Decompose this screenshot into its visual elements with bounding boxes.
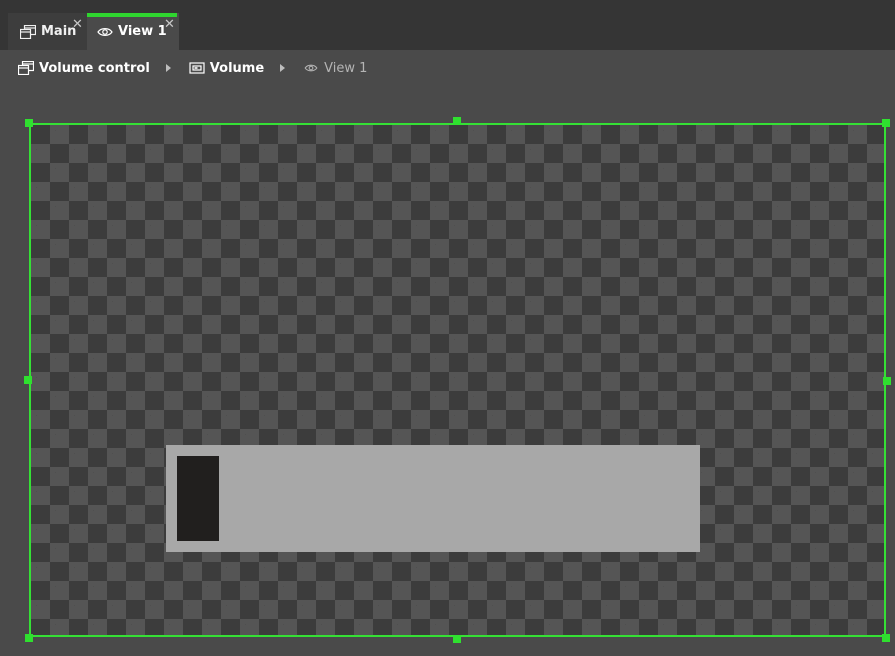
breadcrumb-item-volume[interactable]: Volume <box>189 61 264 76</box>
chevron-right-icon <box>165 64 171 72</box>
resize-handle-left[interactable] <box>24 376 32 384</box>
breadcrumb-label: View 1 <box>324 60 368 76</box>
eye-icon <box>97 25 113 39</box>
tab-view-1-label: View 1 <box>118 24 167 39</box>
resize-handle-top-left[interactable] <box>25 119 33 127</box>
resize-handle-top-right[interactable] <box>882 119 890 127</box>
window-icon <box>18 61 34 75</box>
close-icon[interactable]: ✕ <box>72 18 83 31</box>
breadcrumb-item-volume-control[interactable]: Volume control <box>18 61 150 76</box>
tab-view-1[interactable]: View 1 ✕ <box>87 13 179 50</box>
resize-handle-right[interactable] <box>883 377 891 385</box>
volume-slider-thumb[interactable] <box>177 456 219 541</box>
resize-handle-bottom-right[interactable] <box>882 634 890 642</box>
volume-slider-track[interactable] <box>166 445 700 552</box>
breadcrumb-label: Volume <box>209 60 265 76</box>
breadcrumb: Volume control Volume View 1 <box>18 58 367 78</box>
resize-handle-bottom[interactable] <box>453 635 461 643</box>
breadcrumb-label: Volume control <box>39 60 150 76</box>
eye-icon <box>303 61 319 75</box>
breadcrumb-item-view-1[interactable]: View 1 <box>303 61 367 76</box>
volume-widget-icon <box>189 61 205 75</box>
design-canvas[interactable] <box>29 123 886 637</box>
close-icon[interactable]: ✕ <box>164 18 175 31</box>
chevron-right-icon <box>280 64 286 72</box>
window-icon <box>20 24 36 39</box>
resize-handle-bottom-left[interactable] <box>25 634 33 642</box>
tab-bar: Main ✕ View 1 ✕ <box>0 0 895 50</box>
resize-handle-top[interactable] <box>453 117 461 125</box>
tab-main[interactable]: Main ✕ <box>8 13 87 50</box>
